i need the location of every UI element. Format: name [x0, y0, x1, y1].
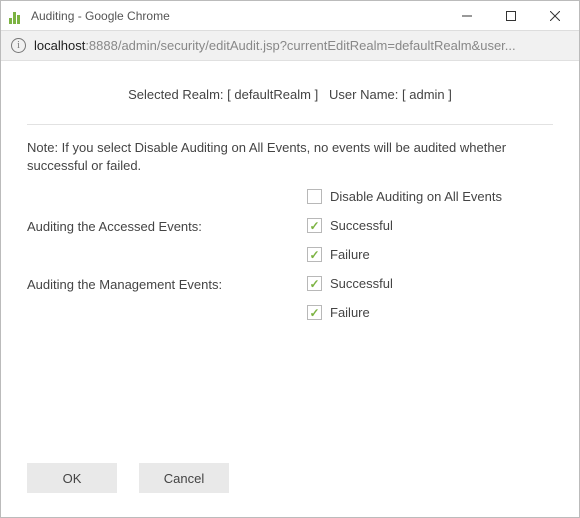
address-bar[interactable]: i localhost:8888/admin/security/editAudi… — [1, 31, 579, 61]
maximize-icon — [506, 11, 516, 21]
button-row: OK Cancel — [27, 463, 229, 493]
accessed-successful-checkbox[interactable]: Successful — [307, 218, 553, 233]
app-icon — [9, 8, 25, 24]
checkbox-icon — [307, 189, 322, 204]
note-text: Note: If you select Disable Auditing on … — [27, 139, 553, 175]
management-failure-label: Failure — [330, 305, 370, 320]
maximize-button[interactable] — [489, 1, 533, 31]
accessed-failure-checkbox[interactable]: Failure — [307, 247, 553, 262]
disable-all-checkbox[interactable]: Disable Auditing on All Events — [307, 189, 553, 204]
checkbox-icon — [307, 305, 322, 320]
url-path: :8888/admin/security/editAudit.jsp?curre… — [85, 38, 515, 53]
divider — [27, 124, 553, 125]
disable-all-label: Disable Auditing on All Events — [330, 189, 502, 204]
accessed-successful-label: Successful — [330, 218, 393, 233]
close-icon — [550, 11, 560, 21]
minimize-button[interactable] — [445, 1, 489, 31]
checkbox-icon — [307, 218, 322, 233]
window-titlebar: Auditing - Google Chrome — [1, 1, 579, 31]
management-failure-checkbox[interactable]: Failure — [307, 305, 553, 320]
management-successful-checkbox[interactable]: Successful — [307, 276, 553, 291]
close-button[interactable] — [533, 1, 577, 31]
realm-value: [ defaultRealm ] — [227, 87, 318, 102]
management-successful-label: Successful — [330, 276, 393, 291]
user-value: [ admin ] — [402, 87, 452, 102]
ok-button[interactable]: OK — [27, 463, 117, 493]
window-title: Auditing - Google Chrome — [31, 9, 170, 23]
accessed-failure-label: Failure — [330, 247, 370, 262]
realm-label: Selected Realm: — [128, 87, 223, 102]
cancel-button[interactable]: Cancel — [139, 463, 229, 493]
checkbox-icon — [307, 276, 322, 291]
url-host: localhost — [34, 38, 85, 53]
accessed-events-label: Auditing the Accessed Events: — [27, 218, 307, 234]
page-content: Selected Realm: [ defaultRealm ] User Na… — [1, 61, 579, 340]
realm-user-header: Selected Realm: [ defaultRealm ] User Na… — [27, 87, 553, 102]
user-label: User Name: — [329, 87, 398, 102]
minimize-icon — [462, 11, 472, 21]
checkbox-icon — [307, 247, 322, 262]
site-info-icon[interactable]: i — [11, 38, 26, 53]
management-events-label: Auditing the Management Events: — [27, 276, 307, 292]
